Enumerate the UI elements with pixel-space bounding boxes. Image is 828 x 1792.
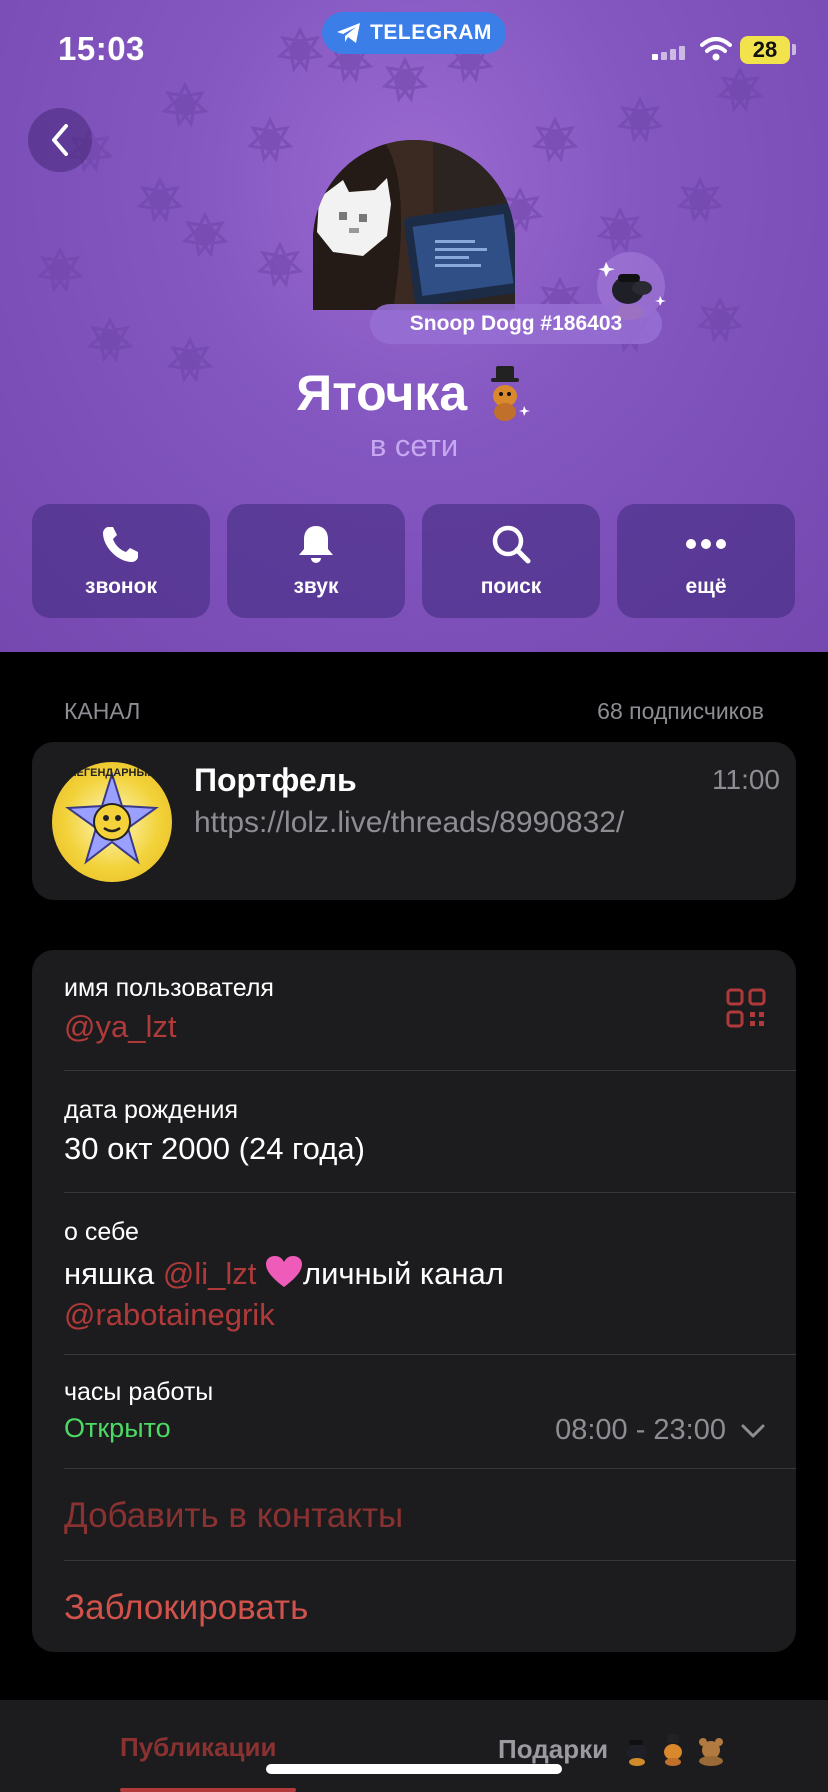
search-icon	[492, 525, 531, 564]
divider	[64, 1192, 796, 1193]
status-bar: 15:03 TELEGRAM 28	[0, 0, 828, 100]
birthday-value: 30 окт 2000 (24 года)	[64, 1131, 365, 1166]
profile-name: Яточка	[296, 365, 468, 421]
about-row[interactable]: о себе няшка @li_lzt личный канал @rabot…	[64, 1218, 796, 1335]
pink-heart-icon	[265, 1256, 302, 1287]
clock: 15:03	[58, 30, 145, 67]
user-info-card: имя пользователя @ya_lzt дата рождения 3…	[32, 950, 796, 1652]
action-bar: звонок звук поиск ещё	[32, 504, 796, 618]
channel-section-header: КАНАЛ 68 подписчиков	[64, 698, 764, 725]
active-tab-indicator	[120, 1788, 296, 1792]
username-row[interactable]: имя пользователя @ya_lzt	[64, 974, 796, 1045]
tab-posts[interactable]: Публикации	[120, 1732, 276, 1763]
about-value: няшка @li_lzt личный канал @rabotainegri…	[64, 1253, 796, 1335]
divider	[64, 1354, 796, 1355]
username-label: имя пользователя	[64, 974, 274, 1002]
search-button[interactable]: поиск	[422, 504, 600, 618]
chevron-down-icon[interactable]	[740, 1422, 766, 1440]
about-text: няшка	[64, 1256, 163, 1291]
telegram-pill[interactable]: TELEGRAM	[322, 12, 506, 54]
birthday-row[interactable]: дата рождения 30 окт 2000 (24 года)	[64, 1096, 796, 1167]
call-button[interactable]: звонок	[32, 504, 210, 618]
hours-range: 08:00 - 23:00	[555, 1414, 726, 1446]
search-button-label: поиск	[480, 575, 542, 598]
premium-emoji-icon[interactable]	[480, 362, 532, 424]
personal-channel-card[interactable]: ЛЕГЕНДАРНЫЙ Портфель 11:00 https://lolz.…	[32, 742, 796, 900]
battery-indicator: 28	[740, 36, 790, 64]
divider	[64, 1070, 796, 1071]
wifi-icon	[700, 37, 732, 61]
tab-gifts-label: Подарки	[498, 1734, 609, 1764]
channel-post-time: 11:00	[712, 764, 780, 795]
block-button[interactable]: Заблокировать	[64, 1588, 308, 1628]
about-mention-link[interactable]: @li_lzt	[163, 1256, 256, 1291]
call-button-label: звонок	[85, 575, 157, 598]
channel-last-post: https://lolz.live/threads/8990832/	[194, 806, 625, 839]
channel-title: Портфель	[194, 762, 357, 798]
birthday-label: дата рождения	[64, 1096, 239, 1124]
gift-previews-icon	[627, 1734, 724, 1766]
sound-button-label: звук	[293, 575, 339, 598]
hours-label: часы работы	[64, 1378, 214, 1406]
profile-name-row: Яточка	[0, 362, 828, 424]
divider	[64, 1468, 796, 1469]
channel-avatar: ЛЕГЕНДАРНЫЙ	[52, 762, 172, 882]
about-label: о себе	[64, 1218, 139, 1246]
telegram-icon	[337, 23, 361, 43]
divider	[64, 1560, 796, 1561]
telegram-pill-label: TELEGRAM	[370, 21, 492, 44]
more-button-label: ещё	[685, 575, 727, 598]
add-contact-button[interactable]: Добавить в контакты	[64, 1496, 403, 1536]
sound-button[interactable]: звук	[227, 504, 405, 618]
home-indicator	[266, 1764, 562, 1774]
channel-avatar-text: ЛЕГЕНДАРНЫЙ	[69, 766, 155, 779]
about-text-2: личный канал	[302, 1256, 504, 1291]
back-button[interactable]	[28, 108, 92, 172]
channel-avatar-art: ЛЕГЕНДАРНЫЙ	[65, 766, 159, 865]
username-value[interactable]: @ya_lzt	[64, 1009, 796, 1045]
qr-code-icon[interactable]	[726, 988, 766, 1028]
tab-gifts[interactable]: Подарки	[498, 1732, 737, 1766]
chevron-left-icon	[52, 124, 68, 156]
profile-header: 15:03 TELEGRAM 28 Snoop Dogg #186403 Ято…	[0, 0, 828, 652]
bell-icon	[299, 526, 333, 563]
online-status: в сети	[369, 428, 459, 463]
channel-heading: КАНАЛ	[64, 698, 141, 724]
more-icon	[686, 539, 726, 549]
battery-tip	[792, 44, 796, 55]
gift-badge[interactable]: Snoop Dogg #186403	[370, 304, 662, 344]
about-channel-link[interactable]: @rabotainegrik	[64, 1297, 275, 1332]
subscriber-count: 68 подписчиков	[597, 698, 764, 724]
signal-icon	[652, 46, 685, 60]
profile-tabs: Публикации Подарки	[0, 1700, 828, 1792]
more-button[interactable]: ещё	[617, 504, 795, 618]
phone-icon	[103, 527, 138, 562]
